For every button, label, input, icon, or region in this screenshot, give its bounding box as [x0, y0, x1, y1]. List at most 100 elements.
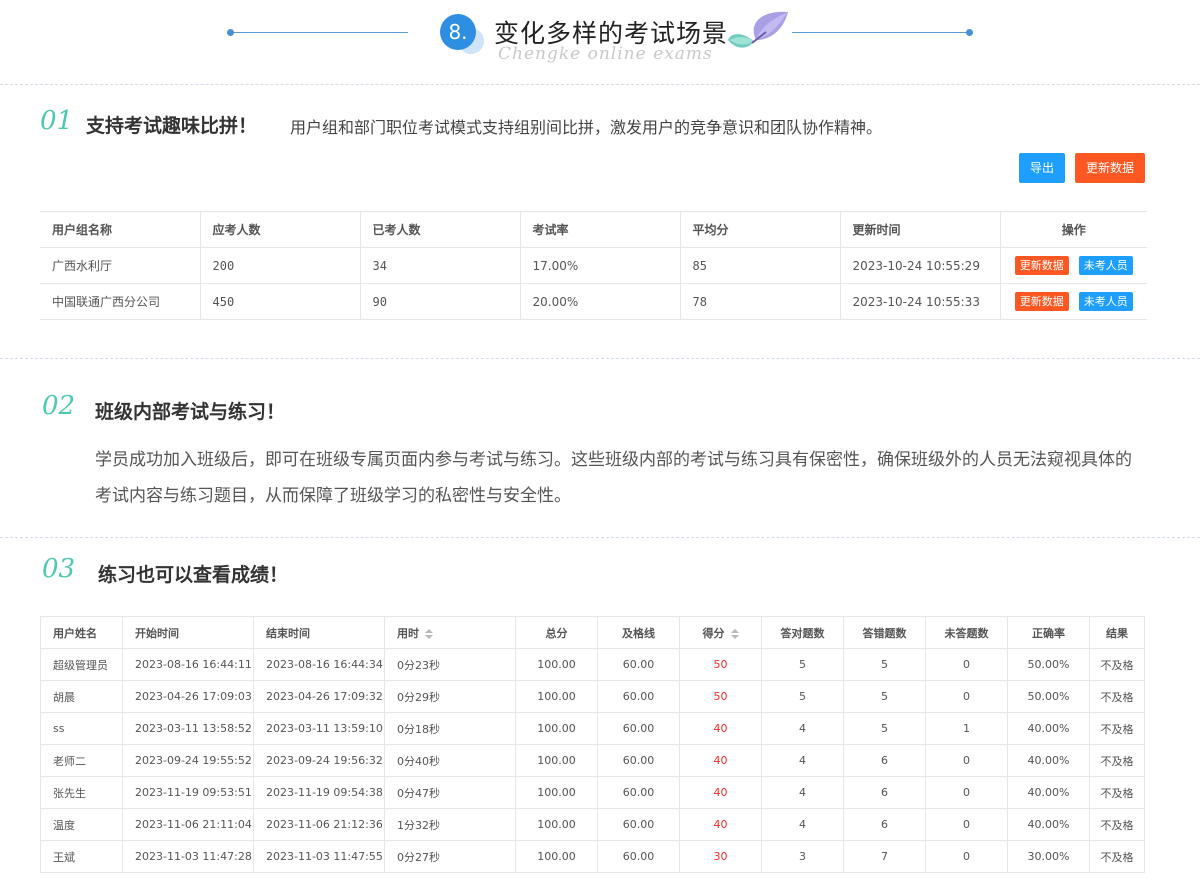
end-time: 2023-09-24 19:56:32: [253, 744, 385, 777]
duration: 0分27秒: [384, 840, 516, 873]
table-row: 王斌 2023-11-03 11:47:28 2023-11-03 11:47:55…: [40, 840, 1145, 873]
column-header: 更新时间: [840, 211, 1001, 248]
row-not-taken-button[interactable]: 未考人员: [1078, 292, 1133, 311]
section-header: 8. 变化多样的考试场景 Chengke online exams: [0, 0, 1200, 84]
table-row: 温度 2023-11-06 21:11:04 2023-11-06 21:12:36…: [40, 808, 1145, 841]
column-header: 正确率: [1007, 616, 1090, 649]
correct-count: 4: [761, 744, 844, 777]
start-time: 2023-11-19 09:53:51: [122, 776, 254, 809]
duration: 0分18秒: [384, 712, 516, 745]
wrong-count: 6: [843, 744, 926, 777]
user-name: ss: [40, 712, 123, 745]
row-actions: 更新数据 未考人员: [1000, 283, 1147, 320]
divider: [0, 537, 1200, 538]
end-time: 2023-08-16 16:44:34: [253, 648, 385, 681]
total-score: 100.00: [515, 744, 598, 777]
correct-count: 4: [761, 776, 844, 809]
accuracy: 50.00%: [1007, 648, 1090, 681]
total-score: 100.00: [515, 712, 598, 745]
sort-icon[interactable]: [425, 628, 433, 639]
pass-line: 60.00: [597, 680, 680, 713]
start-time: 2023-11-06 21:11:04: [122, 808, 254, 841]
row-not-taken-button[interactable]: 未考人员: [1078, 256, 1133, 275]
table-row: ss 2023-03-11 13:58:52 2023-03-11 13:59:10…: [40, 712, 1145, 745]
unanswered-count: 0: [925, 648, 1008, 681]
start-time: 2023-09-24 19:55:52: [122, 744, 254, 777]
table-header-row: 用户组名称 应考人数 已考人数 考试率 平均分 更新时间 操作: [40, 211, 1147, 248]
export-button[interactable]: 导出: [1019, 153, 1065, 183]
column-header: 操作: [1000, 211, 1147, 248]
duration: 0分23秒: [384, 648, 516, 681]
duration: 0分47秒: [384, 776, 516, 809]
group-stats-table: 用户组名称 应考人数 已考人数 考试率 平均分 更新时间 操作 广西水利厅 20…: [40, 211, 1147, 320]
wrong-count: 6: [843, 808, 926, 841]
exam-rate: 20.00%: [520, 283, 681, 320]
end-time: 2023-11-19 09:54:38: [253, 776, 385, 809]
column-header-sortable[interactable]: 用时: [384, 616, 516, 649]
result: 不及格: [1089, 840, 1145, 873]
column-header: 平均分: [680, 211, 841, 248]
practice-results-table: 用户姓名 开始时间 结束时间 用时 总分 及格线 得分 答对题数 答错题数 未答…: [40, 616, 1145, 873]
row-update-button[interactable]: 更新数据: [1014, 256, 1069, 275]
header-line-right: [792, 32, 970, 33]
table-row: 广西水利厅 200 34 17.00% 85 2023-10-24 10:55:…: [40, 247, 1147, 284]
pass-line: 60.00: [597, 648, 680, 681]
table-row: 中国联通广西分公司 450 90 20.00% 78 2023-10-24 10…: [40, 283, 1147, 320]
wrong-count: 5: [843, 680, 926, 713]
pass-line: 60.00: [597, 744, 680, 777]
unanswered-count: 0: [925, 744, 1008, 777]
start-time: 2023-08-16 16:44:11: [122, 648, 254, 681]
row-actions: 更新数据 未考人员: [1000, 247, 1147, 284]
total-score: 100.00: [515, 808, 598, 841]
table-row: 老师二 2023-09-24 19:55:52 2023-09-24 19:56:3…: [40, 744, 1145, 777]
section-number-01: 01: [40, 106, 74, 136]
header-dot-left: [227, 29, 234, 36]
accuracy: 40.00%: [1007, 808, 1090, 841]
column-header: 用户组名称: [40, 211, 201, 248]
row-update-button[interactable]: 更新数据: [1014, 292, 1069, 311]
column-header: 已考人数: [360, 211, 521, 248]
correct-count: 3: [761, 840, 844, 873]
duration: 1分32秒: [384, 808, 516, 841]
section-number-03: 03: [42, 554, 76, 584]
header-number-badge: 8.: [440, 14, 484, 54]
group-name: 中国联通广西分公司: [40, 283, 201, 320]
user-name: 王斌: [40, 840, 123, 873]
column-header-sortable[interactable]: 得分: [679, 616, 762, 649]
header-line-left: [230, 32, 408, 33]
column-header-label: 用时: [397, 626, 419, 640]
score: 30: [679, 840, 762, 873]
user-name: 胡晨: [40, 680, 123, 713]
end-time: 2023-03-11 13:59:10: [253, 712, 385, 745]
wrong-count: 5: [843, 648, 926, 681]
section-title-02: 班级内部考试与练习！: [95, 401, 286, 423]
divider: [0, 358, 1200, 359]
user-name: 张先生: [40, 776, 123, 809]
table-row: 超级管理员 2023-08-16 16:44:11 2023-08-16 16:44…: [40, 648, 1145, 681]
accuracy: 30.00%: [1007, 840, 1090, 873]
average-score: 85: [680, 247, 841, 284]
divider: [0, 84, 1200, 85]
average-score: 78: [680, 283, 841, 320]
score: 40: [679, 744, 762, 777]
start-time: 2023-11-03 11:47:28: [122, 840, 254, 873]
section-desc-01: 用户组和部门职位考试模式支持组别间比拼，激发用户的竞争意识和团队协作精神。: [290, 118, 883, 137]
result: 不及格: [1089, 680, 1145, 713]
update-data-button[interactable]: 更新数据: [1075, 153, 1145, 183]
sort-icon[interactable]: [730, 628, 739, 639]
update-time: 2023-10-24 10:55:33: [840, 283, 1001, 320]
score: 50: [679, 648, 762, 681]
column-header: 答对题数: [761, 616, 844, 649]
wrong-count: 7: [843, 840, 926, 873]
duration: 0分40秒: [384, 744, 516, 777]
column-header: 结束时间: [253, 616, 385, 649]
correct-count: 5: [761, 648, 844, 681]
column-header: 总分: [515, 616, 598, 649]
total-score: 100.00: [515, 648, 598, 681]
table-header-row: 用户姓名 开始时间 结束时间 用时 总分 及格线 得分 答对题数 答错题数 未答…: [40, 616, 1145, 649]
accuracy: 40.00%: [1007, 776, 1090, 809]
column-header: 答错题数: [843, 616, 926, 649]
taken-count: 90: [360, 283, 521, 320]
column-header: 用户姓名: [40, 616, 123, 649]
total-score: 100.00: [515, 776, 598, 809]
